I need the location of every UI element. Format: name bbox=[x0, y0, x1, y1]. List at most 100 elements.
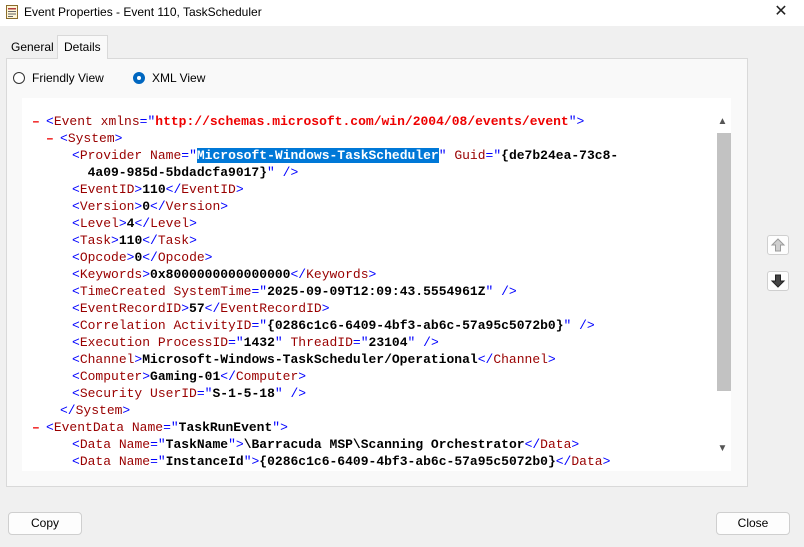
xml-token: Data bbox=[79, 437, 112, 452]
xml-token: Computer bbox=[79, 369, 143, 384]
xml-token: =" bbox=[196, 386, 213, 401]
previous-event-button[interactable] bbox=[767, 235, 789, 255]
xml-token: </ bbox=[142, 233, 158, 248]
xml-view-pane[interactable]: – <Event xmlns="http://schemas.microsoft.… bbox=[22, 98, 731, 471]
close-button[interactable]: Close bbox=[716, 512, 790, 535]
xml-token: =" bbox=[352, 335, 369, 350]
xml-token: </ bbox=[165, 182, 182, 197]
xml-token: EventID bbox=[79, 182, 135, 197]
xml-token: > bbox=[118, 216, 127, 231]
xml-token bbox=[111, 454, 119, 469]
xml-token: < bbox=[60, 131, 68, 146]
xml-line: <Execution ProcessID="1432" ThreadID="23… bbox=[22, 334, 712, 351]
xml-token: " /> bbox=[407, 335, 439, 350]
xml-token: Microsoft-Windows-TaskScheduler/Operatio… bbox=[142, 352, 478, 367]
xml-token: 0x8000000000000000 bbox=[150, 267, 291, 282]
vertical-scrollbar[interactable]: ▲ ▼ bbox=[714, 98, 731, 471]
xml-token: < bbox=[72, 148, 80, 163]
xml-token: Correlation bbox=[79, 318, 166, 333]
xml-token: ThreadID bbox=[290, 335, 353, 350]
collapse-toggle[interactable]: – bbox=[32, 113, 40, 130]
xml-line-text: <EventData Name="TaskRunEvent"> bbox=[46, 419, 288, 436]
arrow-up-icon bbox=[770, 238, 786, 252]
xml-token: UserID bbox=[150, 386, 197, 401]
xml-token: Opcode bbox=[79, 250, 127, 265]
xml-token: 1432 bbox=[243, 335, 275, 350]
xml-line-text: <Level>4</Level> bbox=[72, 215, 197, 232]
xml-token: < bbox=[72, 386, 80, 401]
scroll-up-icon[interactable]: ▲ bbox=[714, 114, 731, 130]
xml-line-text: <EventID>110</EventID> bbox=[72, 181, 244, 198]
xml-token bbox=[93, 114, 101, 129]
scrollbar-thumb[interactable] bbox=[717, 133, 731, 391]
xml-token: "> bbox=[568, 114, 585, 129]
xml-token: Version bbox=[165, 199, 221, 214]
xml-token: > bbox=[189, 233, 197, 248]
xml-token: =" bbox=[181, 148, 197, 163]
xml-line: <Correlation ActivityID="{0286c1c6-6409-… bbox=[22, 317, 712, 334]
xml-token: 0 bbox=[142, 199, 151, 214]
xml-token bbox=[111, 437, 119, 452]
tab-details[interactable]: Details bbox=[57, 35, 108, 59]
xml-token: < bbox=[72, 318, 80, 333]
collapse-toggle[interactable]: – bbox=[32, 419, 40, 436]
xml-line-text: <Computer>Gaming-01</Computer> bbox=[72, 368, 306, 385]
copy-button[interactable]: Copy bbox=[8, 512, 82, 535]
xml-token: Guid bbox=[454, 148, 486, 163]
xml-token: ProcessID bbox=[157, 335, 229, 350]
xml-token: " bbox=[438, 148, 455, 163]
xml-token: Provider bbox=[79, 148, 143, 163]
xml-token: Keywords bbox=[79, 267, 143, 282]
xml-token: Gaming-01 bbox=[150, 369, 221, 384]
xml-token: > bbox=[181, 301, 190, 316]
xml-token: Name bbox=[118, 454, 151, 469]
xml-token: < bbox=[72, 369, 80, 384]
xml-line-text: <Event xmlns="http://schemas.microsoft.c… bbox=[46, 113, 584, 130]
collapse-toggle[interactable]: – bbox=[46, 130, 54, 147]
xml-token: "> bbox=[228, 437, 244, 452]
xml-token: > bbox=[111, 233, 119, 248]
xml-line-text: <Channel>Microsoft-Windows-TaskScheduler… bbox=[72, 351, 556, 368]
xml-token: </ bbox=[555, 454, 572, 469]
xml-token: =" bbox=[228, 335, 244, 350]
xml-line: 4a09-985d-5bdadcfa9017}" /> bbox=[22, 164, 712, 181]
xml-token: 110 bbox=[142, 182, 166, 197]
xml-token: Data bbox=[79, 454, 112, 469]
xml-token: EventRecordID bbox=[220, 301, 322, 316]
xml-token: =" bbox=[139, 114, 156, 129]
xml-token: Channel bbox=[79, 352, 135, 367]
xml-token bbox=[150, 335, 158, 350]
xml-view-radio[interactable] bbox=[133, 72, 145, 84]
xml-token: < bbox=[46, 420, 54, 435]
xml-token: 57 bbox=[189, 301, 205, 316]
next-event-button[interactable] bbox=[767, 271, 789, 291]
xml-token: TaskRunEvent bbox=[178, 420, 273, 435]
event-viewer-app-icon bbox=[6, 5, 18, 19]
friendly-view-option[interactable]: Friendly View bbox=[13, 70, 104, 86]
xml-token: =" bbox=[251, 284, 268, 299]
xml-token: > bbox=[114, 131, 123, 146]
friendly-view-radio[interactable] bbox=[13, 72, 25, 84]
xml-token: </ bbox=[142, 250, 158, 265]
xml-token: ActivityID bbox=[173, 318, 252, 333]
xml-token: {0286c1c6-6409-4bf3-ab6c-57a95c5072b0} bbox=[259, 454, 556, 469]
xml-line-text: <Execution ProcessID="1432" ThreadID="23… bbox=[72, 334, 439, 351]
xml-line: <Data Name="InstanceId">{0286c1c6-6409-4… bbox=[22, 453, 712, 470]
xml-view-option[interactable]: XML View bbox=[133, 70, 205, 86]
xml-token: =" bbox=[485, 148, 502, 163]
tab-general[interactable]: General bbox=[5, 37, 60, 57]
xml-token: > bbox=[235, 182, 244, 197]
xml-line: – <Event xmlns="http://schemas.microsoft.… bbox=[22, 113, 712, 130]
xml-token bbox=[142, 386, 150, 401]
xml-token: =" bbox=[251, 318, 268, 333]
scroll-down-icon[interactable]: ▼ bbox=[714, 441, 731, 457]
xml-token: {de7b24ea-73c8- bbox=[501, 148, 619, 163]
xml-line-text: <Keywords>0x8000000000000000</Keywords> bbox=[72, 266, 376, 283]
xml-line: <Version>0</Version> bbox=[22, 198, 712, 215]
title-bar: Event Properties - Event 110, TaskSchedu… bbox=[0, 0, 804, 26]
close-window-icon[interactable]: ✕ bbox=[766, 2, 796, 22]
arrow-down-icon bbox=[770, 274, 786, 288]
xml-token: > bbox=[602, 454, 611, 469]
xml-token: </ bbox=[220, 369, 236, 384]
xml-line-text: 4a09-985d-5bdadcfa9017}" /> bbox=[72, 164, 299, 181]
